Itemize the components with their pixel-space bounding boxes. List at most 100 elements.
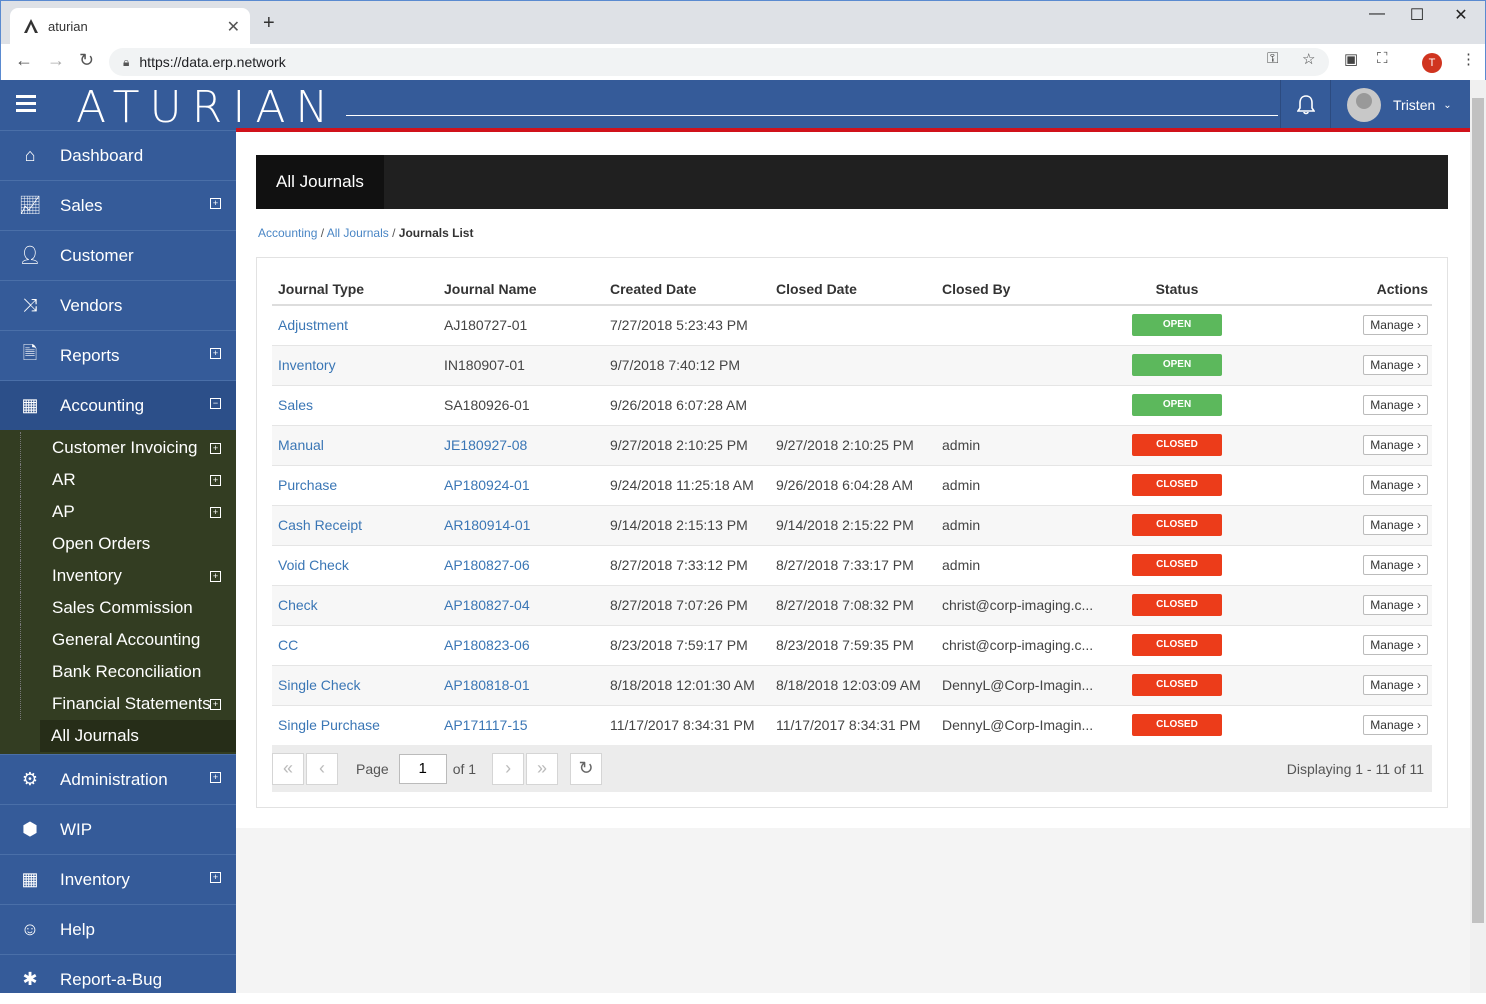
subitem-customer-invoicing[interactable]: Customer Invoicing + xyxy=(20,432,236,464)
scrollbar-thumb[interactable] xyxy=(1472,98,1484,923)
prev-page-icon[interactable]: ‹ xyxy=(306,752,338,785)
journal-type-link[interactable]: Manual xyxy=(278,437,324,453)
minimize-icon[interactable]: — xyxy=(1357,5,1397,23)
extension-icon[interactable]: ▣ xyxy=(1344,50,1358,68)
sidebar-item-help[interactable]: ☺ Help xyxy=(0,904,236,954)
expand-icon[interactable]: + xyxy=(210,699,221,710)
subitem-inventory[interactable]: Inventory + xyxy=(20,560,236,592)
journal-name-link[interactable]: JE180927-08 xyxy=(444,437,527,453)
breadcrumb-accounting[interactable]: Accounting xyxy=(258,226,317,240)
journal-type-link[interactable]: Cash Receipt xyxy=(278,517,362,533)
sidebar-item-reports[interactable]: 🗎︎ Reports + xyxy=(0,330,236,380)
expand-icon[interactable]: + xyxy=(210,348,221,359)
close-window-icon[interactable]: ✕ xyxy=(1441,5,1481,25)
hamburger-menu-icon[interactable] xyxy=(16,95,36,112)
manage-button[interactable]: Manage › xyxy=(1363,715,1428,735)
journal-type-link[interactable]: Single Check xyxy=(278,677,361,693)
expand-icon[interactable]: + xyxy=(210,872,221,883)
subitem-bank-reconciliation[interactable]: Bank Reconciliation xyxy=(20,656,236,688)
reload-icon[interactable]: ↻ xyxy=(79,50,94,71)
journal-type-link[interactable]: Single Purchase xyxy=(278,717,380,733)
expand-icon[interactable]: + xyxy=(210,198,221,209)
journal-type-link[interactable]: Void Check xyxy=(278,557,349,573)
journal-name-link[interactable]: AP180818-01 xyxy=(444,677,530,693)
column-header[interactable]: Closed Date xyxy=(770,273,936,306)
sidebar-item-administration[interactable]: ⚙ Administration + xyxy=(0,754,236,804)
back-icon[interactable]: ← xyxy=(15,50,33,71)
column-header[interactable]: Closed By xyxy=(936,273,1102,306)
subitem-sales-commission[interactable]: Sales Commission xyxy=(20,592,236,624)
journal-type-link[interactable]: Purchase xyxy=(278,477,337,493)
page-scrollbar[interactable] xyxy=(1470,80,1486,993)
notifications-bell-icon[interactable] xyxy=(1280,80,1330,130)
journal-type-link[interactable]: Sales xyxy=(278,397,313,413)
maximize-icon[interactable]: ☐ xyxy=(1397,5,1437,25)
tab-all-journals[interactable]: All Journals xyxy=(256,155,384,209)
subitem-open-orders[interactable]: Open Orders xyxy=(20,528,236,560)
next-page-icon[interactable]: › xyxy=(492,752,525,785)
expand-icon[interactable]: + xyxy=(210,475,221,486)
manage-button[interactable]: Manage › xyxy=(1363,475,1428,495)
expand-icon[interactable]: + xyxy=(210,507,221,518)
column-header[interactable]: Journal Type xyxy=(272,273,438,306)
column-header[interactable]: Status xyxy=(1102,273,1252,306)
journal-name-link[interactable]: AP171117-15 xyxy=(444,717,528,733)
sidebar-item-dashboard[interactable]: ⌂ Dashboard xyxy=(0,130,236,180)
expand-icon[interactable]: + xyxy=(210,571,221,582)
journal-name-link[interactable]: AP180924-01 xyxy=(444,477,530,493)
first-page-icon[interactable]: « xyxy=(272,752,304,785)
expand-icon[interactable]: + xyxy=(210,772,221,783)
column-header[interactable]: Journal Name xyxy=(438,273,604,306)
column-header[interactable]: Actions xyxy=(1252,273,1432,306)
page-number-input[interactable]: 1 xyxy=(398,753,447,784)
journal-type-link[interactable]: CC xyxy=(278,637,298,653)
app-logo[interactable]: ATURIAN xyxy=(76,82,338,133)
sidebar-item-vendors[interactable]: ⤨ Vendors xyxy=(0,280,236,330)
url-field[interactable]: 🔒︎ https://data.erp.network xyxy=(109,48,1329,76)
journal-type-link[interactable]: Check xyxy=(278,597,318,613)
sidebar-item-inventory[interactable]: ▦ Inventory + xyxy=(0,854,236,904)
key-icon[interactable]: ⚿ xyxy=(1267,50,1278,67)
expand-icon[interactable]: + xyxy=(210,443,221,454)
star-icon[interactable]: ☆ xyxy=(1302,50,1315,68)
cell-closed-date: 8/27/2018 7:33:17 PM xyxy=(770,545,936,586)
sidebar-item-wip[interactable]: ⬢ WIP xyxy=(0,804,236,854)
manage-button[interactable]: Manage › xyxy=(1363,595,1428,615)
sidebar-item-accounting[interactable]: ▦ Accounting − xyxy=(0,380,236,430)
manage-button[interactable]: Manage › xyxy=(1363,515,1428,535)
journal-name-link[interactable]: AR180914-01 xyxy=(444,517,530,533)
manage-button[interactable]: Manage › xyxy=(1363,315,1428,336)
last-page-icon[interactable]: » xyxy=(526,752,559,785)
manage-button[interactable]: Manage › xyxy=(1363,355,1428,375)
subitem-all-journals[interactable]: All Journals xyxy=(40,720,236,752)
screenshot-icon[interactable]: ⛶ xyxy=(1377,50,1388,67)
profile-avatar[interactable]: T xyxy=(1422,53,1442,73)
sidebar-item-report-a-bug[interactable]: ✱ Report-a-Bug xyxy=(0,954,236,1004)
subitem-ar[interactable]: AR + xyxy=(20,464,236,496)
subitem-general-accounting[interactable]: General Accounting xyxy=(20,624,236,656)
close-tab-icon[interactable]: ✕ xyxy=(227,17,240,37)
manage-button[interactable]: Manage › xyxy=(1363,675,1428,695)
subitem-ap[interactable]: AP + xyxy=(20,496,236,528)
browser-tab[interactable]: aturian ✕ xyxy=(10,8,250,44)
new-tab-icon[interactable]: + xyxy=(263,12,275,35)
refresh-icon[interactable]: ↻ xyxy=(570,752,603,785)
sidebar-item-customer[interactable]: 👤︎ Customer xyxy=(0,230,236,280)
journal-name-link[interactable]: AP180827-06 xyxy=(444,557,530,573)
column-header[interactable]: Created Date xyxy=(604,273,770,306)
manage-button[interactable]: Manage › xyxy=(1363,635,1428,655)
subitem-financial-statements[interactable]: Financial Statements + xyxy=(20,688,236,720)
user-menu[interactable]: Tristen ⌄ xyxy=(1330,80,1470,130)
sidebar-item-sales[interactable]: 📈︎ Sales + xyxy=(0,180,236,230)
collapse-icon[interactable]: − xyxy=(210,398,221,409)
journal-type-link[interactable]: Adjustment xyxy=(278,317,348,333)
manage-button[interactable]: Manage › xyxy=(1363,435,1428,455)
journal-name-link[interactable]: AP180823-06 xyxy=(444,637,530,653)
forward-icon[interactable]: → xyxy=(47,50,65,71)
manage-button[interactable]: Manage › xyxy=(1363,555,1428,575)
journal-name-link[interactable]: AP180827-04 xyxy=(444,597,530,613)
manage-button[interactable]: Manage › xyxy=(1363,395,1428,415)
breadcrumb-all-journals[interactable]: All Journals xyxy=(327,226,389,240)
menu-dots-icon[interactable]: ⋮ xyxy=(1461,50,1476,68)
journal-type-link[interactable]: Inventory xyxy=(278,357,336,373)
